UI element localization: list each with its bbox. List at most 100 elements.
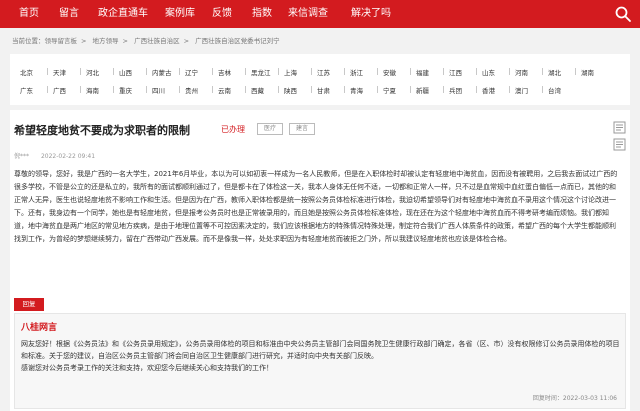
region-divider [80,86,81,93]
region-divider [212,86,213,93]
region-link[interactable]: 江苏 [317,67,330,77]
region-link[interactable]: 重庆 [119,85,132,95]
region-divider [179,86,180,93]
region-link[interactable]: 内蒙古 [152,67,172,77]
region-link[interactable]: 青海 [350,85,363,95]
nav-item[interactable]: 来信调查 [283,0,333,28]
region-link[interactable]: 香港 [482,85,495,95]
region-link[interactable]: 湖北 [548,67,561,77]
reply-time: 回复时间：2022-03-03 11:06 [533,393,617,402]
region-divider [80,68,81,75]
region-divider [542,86,543,93]
region-divider [476,86,477,93]
region-selector: 北京 天津 河北 山西 内蒙古 辽宁 吉林 黑龙江 上海 江苏 浙江 安徽 福建 江西 山东 河南 湖北 湖南广东… [10,54,630,105]
region-link[interactable]: 吉林 [218,67,231,77]
breadcrumb-guangxi[interactable]: 广西壮族自治区 [134,37,180,45]
search-icon[interactable] [614,5,632,23]
region-link[interactable]: 北京 [20,67,33,77]
reply-badge: 回复 [14,298,44,311]
region-divider [245,68,246,75]
region-link[interactable]: 山东 [482,67,495,77]
share-icon [613,121,626,134]
region-link[interactable]: 宁夏 [383,85,396,95]
nav-item[interactable]: 解决了吗 [342,0,400,28]
region-divider [377,86,378,93]
region-link[interactable]: 湖南 [581,67,594,77]
nav-item[interactable]: 政企直通车 [93,0,153,28]
nav-item[interactable]: 案例库 [160,0,200,28]
region-divider [575,68,576,75]
region-divider [443,68,444,75]
message-card: 希望轻度地贫不要成为求职者的限制 已办理 医疗 建言 倪*** 2022-02-… [10,110,630,411]
message-meta: 倪*** 2022-02-22 09:41 [14,151,105,160]
region-link[interactable]: 河南 [515,67,528,77]
region-link[interactable]: 广东 [20,85,33,95]
nav-item[interactable]: 留言 [52,0,86,28]
region-link[interactable]: 澳门 [515,85,528,95]
region-divider [344,68,345,75]
region-link[interactable]: 浙江 [350,67,363,77]
region-link[interactable]: 贵州 [185,85,198,95]
breadcrumb-local-leaders[interactable]: 地方领导 [93,37,119,45]
nav-item[interactable]: 首页 [14,0,44,28]
region-link[interactable]: 广西 [53,85,66,95]
message-title: 希望轻度地贫不要成为求职者的限制 [14,124,190,137]
region-link[interactable]: 甘肃 [317,85,330,95]
breadcrumb-leader[interactable]: 广西壮族自治区党委书记刘宁 [195,37,280,45]
nav-item[interactable]: 反馈 [206,0,238,28]
reply-line: 感谢您对公务员考录工作的关注和支持，欢迎您今后继续关心和支持我们的工作！ [21,364,273,372]
breadcrumb: 当前位置：领导留言板 > 地方领导 > 广西壮族自治区 > 广西壮族自治区党委书记刘宁 [12,37,280,45]
region-link[interactable]: 江西 [449,67,462,77]
region-link[interactable]: 安徽 [383,67,396,77]
side-tools[interactable] [613,121,626,153]
reply-time-label: 回复时间： [532,395,563,402]
breadcrumb-current-label: 当前位置：领导留言板 [12,37,77,45]
region-divider [278,68,279,75]
region-link[interactable]: 天津 [53,67,66,77]
region-link[interactable]: 海南 [86,85,99,95]
region-link[interactable]: 辽宁 [185,67,198,77]
region-link[interactable]: 河北 [86,67,99,77]
region-divider [179,68,180,75]
region-divider [410,68,411,75]
tag-medical[interactable]: 医疗 [257,123,283,135]
region-divider [542,68,543,75]
region-link[interactable]: 台湾 [548,85,561,95]
region-link[interactable]: 兵团 [449,85,462,95]
reply-body: 网友您好！根据《公务员法》和《公务员录用规定》，公务员录用体检的项目和标准由中央… [21,338,621,374]
region-divider [47,68,48,75]
region-divider [245,86,246,93]
region-link[interactable]: 陕西 [284,85,297,95]
region-link[interactable]: 新疆 [416,85,429,95]
reply-line: 网友您好！根据《公务员法》和《公务员录用规定》，公务员录用体检的项目和标准由中央… [21,340,620,360]
author-name: 倪*** [14,153,30,160]
region-divider [344,86,345,93]
region-divider [113,86,114,93]
reply-author: 八桂网言 [21,323,58,333]
nav-item[interactable]: 指数 [247,0,277,28]
region-divider [410,86,411,93]
region-divider [509,86,510,93]
tag-suggestion[interactable]: 建言 [289,123,315,135]
region-divider [146,86,147,93]
region-link[interactable]: 上海 [284,67,297,77]
region-divider [476,68,477,75]
top-nav: 首页 留言 政企直通车 案例库 反馈 指数 来信调查 解决了吗 [0,0,640,28]
region-link[interactable]: 福建 [416,67,429,77]
region-link[interactable]: 山西 [119,67,132,77]
region-link[interactable]: 西藏 [251,85,264,95]
region-divider [146,68,147,75]
region-divider [509,68,510,75]
region-divider [377,68,378,75]
region-divider [212,68,213,75]
post-date: 2022-02-22 09:41 [40,153,96,160]
region-divider [311,68,312,75]
region-divider [443,86,444,93]
region-divider [113,68,114,75]
region-link[interactable]: 四川 [152,85,165,95]
status-badge: 已办理 [221,125,245,134]
region-divider [47,86,48,93]
region-link[interactable]: 黑龙江 [251,67,271,77]
message-body: 尊敬的领导，您好，我是广西的一名大学生，2021年6月毕业，本以为可以如初衷一样… [14,168,618,246]
region-link[interactable]: 云南 [218,85,231,95]
